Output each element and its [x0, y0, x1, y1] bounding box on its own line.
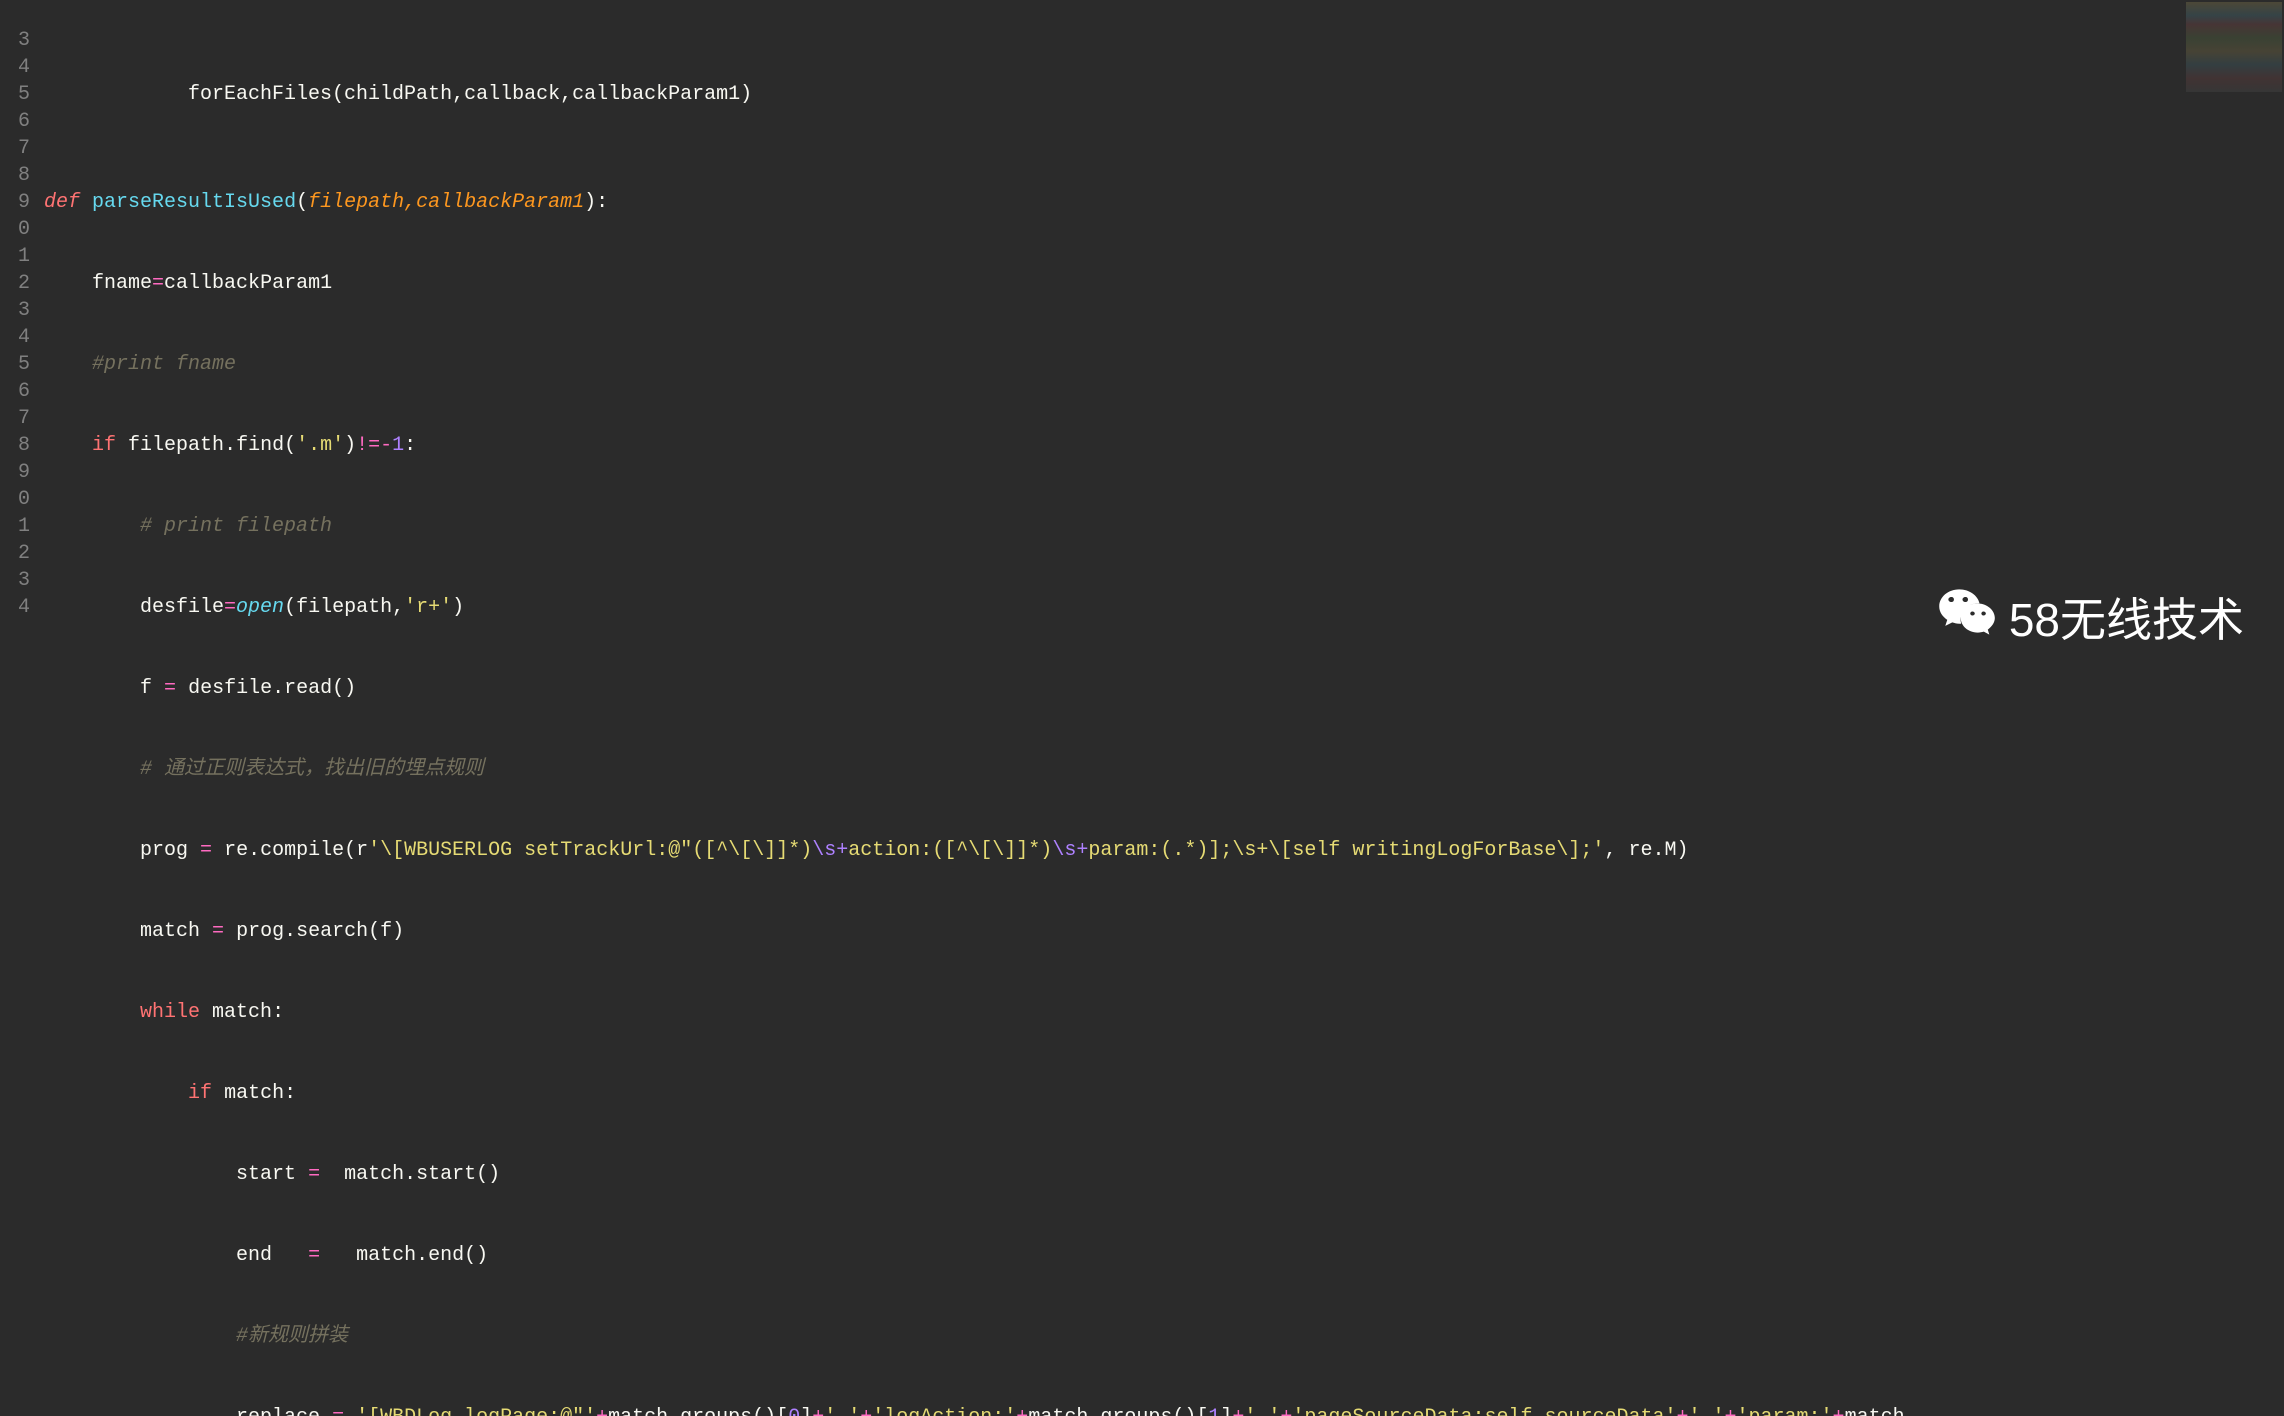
line-number: 6: [0, 378, 30, 405]
line-number: 4: [0, 594, 30, 621]
line-number: [0, 621, 30, 648]
line-number: 8: [0, 162, 30, 189]
code-line[interactable]: def parseResultIsUsed(filepath,callbackP…: [40, 189, 2184, 216]
line-number: 8: [0, 432, 30, 459]
line-number: [0, 0, 30, 27]
line-number-gutter: 3 4 5 6 7 8 9 0 1 2 3 4 5 6 7 8 9 0 1 2 …: [0, 0, 40, 708]
line-number: 1: [0, 243, 30, 270]
code-line[interactable]: # print filepath: [40, 513, 2184, 540]
line-number: 5: [0, 351, 30, 378]
code-line[interactable]: while match:: [40, 999, 2184, 1026]
code-line[interactable]: start = match.start(): [40, 1161, 2184, 1188]
watermark: 58无线技术: [1937, 583, 2244, 658]
line-number: 4: [0, 324, 30, 351]
line-number: 6: [0, 108, 30, 135]
code-line[interactable]: if filepath.find('.m')!=-1:: [40, 432, 2184, 459]
code-line[interactable]: match = prog.search(f): [40, 918, 2184, 945]
minimap-viewport[interactable]: [2186, 2, 2282, 92]
line-number: 2: [0, 270, 30, 297]
line-number: 1: [0, 513, 30, 540]
code-line[interactable]: desfile=open(filepath,'r+'): [40, 594, 2184, 621]
line-number: 9: [0, 459, 30, 486]
code-line[interactable]: prog = re.compile(r'\[WBUSERLOG setTrack…: [40, 837, 2184, 864]
code-content[interactable]: forEachFiles(childPath,callback,callback…: [40, 0, 2184, 708]
code-line[interactable]: fname=callbackParam1: [40, 270, 2184, 297]
code-line[interactable]: replace = '[WBDLog logPage:@"'+match.gro…: [40, 1404, 2184, 1416]
line-number: 2: [0, 540, 30, 567]
line-number: 0: [0, 486, 30, 513]
line-number: 5: [0, 81, 30, 108]
code-line[interactable]: if match:: [40, 1080, 2184, 1107]
code-line[interactable]: #print fname: [40, 351, 2184, 378]
line-number: 3: [0, 27, 30, 54]
line-number: 7: [0, 405, 30, 432]
watermark-text: 58无线技术: [2009, 589, 2244, 651]
wechat-icon: [1937, 583, 1997, 658]
code-line[interactable]: end = match.end(): [40, 1242, 2184, 1269]
line-number: 9: [0, 189, 30, 216]
line-number: 4: [0, 54, 30, 81]
line-number: 3: [0, 567, 30, 594]
code-line[interactable]: f = desfile.read(): [40, 675, 2184, 702]
code-line[interactable]: forEachFiles(childPath,callback,callback…: [40, 81, 2184, 108]
line-number: 7: [0, 135, 30, 162]
line-number: 3: [0, 297, 30, 324]
code-line[interactable]: # 通过正则表达式，找出旧的埋点规则: [40, 756, 2184, 783]
code-line[interactable]: #新规则拼装: [40, 1323, 2184, 1350]
line-number: 0: [0, 216, 30, 243]
